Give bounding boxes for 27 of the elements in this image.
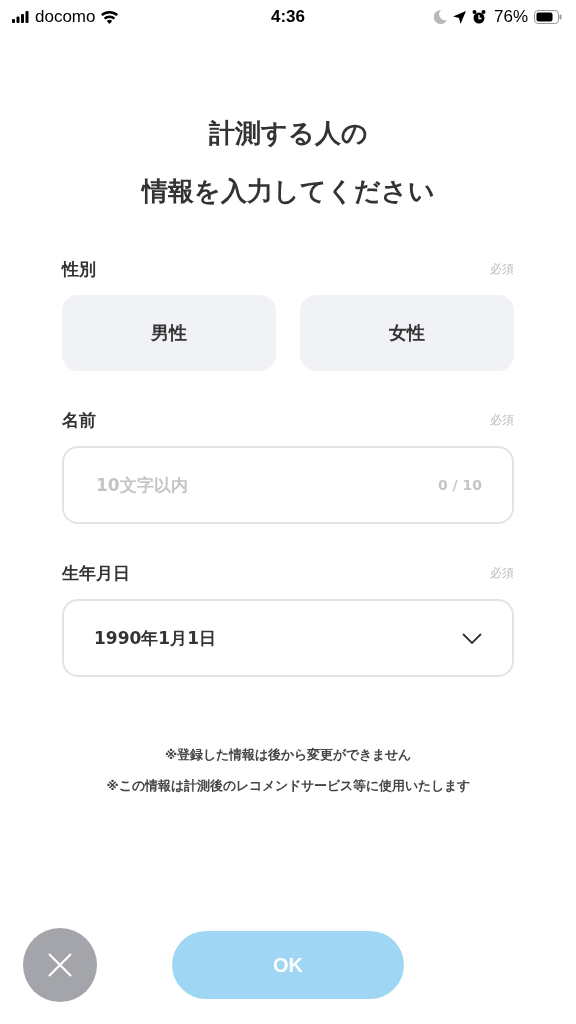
field-label: 生年月日 (62, 562, 130, 585)
required-label: 必須 (490, 565, 514, 582)
required-label: 必須 (490, 412, 514, 429)
moon-icon (433, 10, 447, 24)
battery-percent: 76% (493, 7, 528, 27)
notice-text: ※登録した情報は後から変更ができません (163, 746, 413, 764)
field-label: 名前 (62, 409, 96, 432)
carrier-name: docomo (35, 7, 96, 27)
heading: 計測する人の (207, 117, 369, 150)
gender-option[interactable]: 男性 (62, 295, 276, 371)
alarm-clock-icon (471, 10, 486, 24)
close-icon (48, 953, 72, 977)
battery-icon (534, 10, 562, 24)
notice-text: ※この情報は計測後のレコメンドサービス等に使用いたします (105, 777, 471, 795)
birthday-dropdown[interactable]: 1990年1月1日 (62, 599, 514, 677)
character-counter: 0 / 10 (437, 477, 482, 493)
gender-option[interactable]: 女性 (300, 295, 514, 371)
field-label: 性別 (62, 258, 96, 281)
name-input-field[interactable]: 10文字以内 (94, 474, 438, 496)
chevron-down-icon (462, 632, 482, 644)
date-value: 1990年1月1日 (94, 626, 217, 650)
wifi-icon (101, 10, 119, 24)
location-arrow-icon (452, 10, 466, 24)
heading: 情報を入力してください (140, 175, 436, 208)
clock-time: 4:36 (271, 7, 305, 27)
signal-icon (12, 11, 29, 23)
required-label: 必須 (490, 261, 514, 278)
